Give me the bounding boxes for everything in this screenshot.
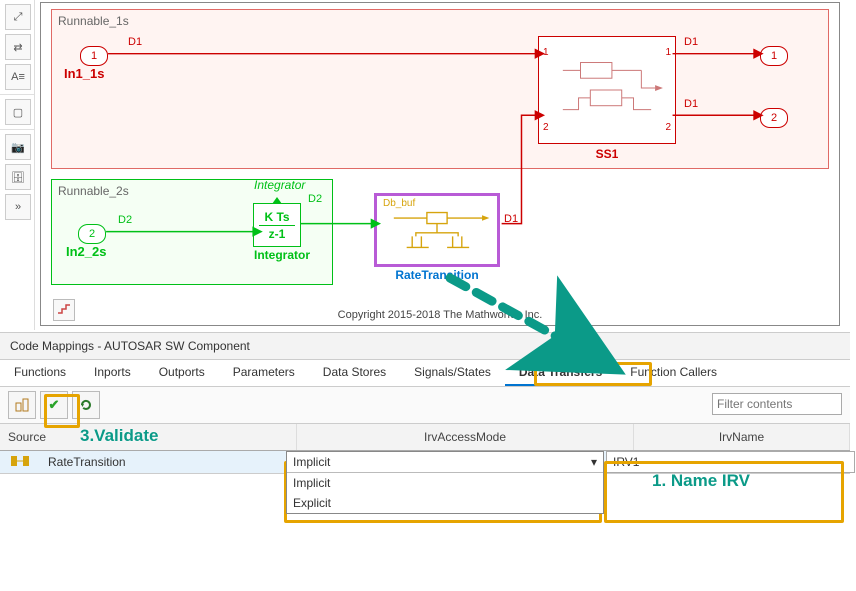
runnable-1s-title: Runnable_1s [58,14,129,28]
fit-to-screen-icon[interactable]: ⤢ [5,4,31,30]
swap-icon[interactable]: ⇄ [5,34,31,60]
rate-transition-name: RateTransition [377,268,497,282]
integrator-upper-title: Integrator [254,178,300,192]
code-mappings-title: Code Mappings - AUTOSAR SW Component [0,332,850,360]
runnable-2s-title: Runnable_2s [58,184,129,198]
ss1-name: SS1 [539,147,675,161]
sig-d1-c: D1 [684,98,698,110]
tab-functions[interactable]: Functions [0,360,80,386]
tab-data-transfers[interactable]: Data Transfers [505,360,616,386]
rate-transition-dbuf: Db_buf [383,198,415,209]
copyright-text: Copyright 2015-2018 The Mathworks, Inc. [41,309,839,321]
refresh-button[interactable] [72,391,100,419]
chevron-down-icon: ▾ [591,455,597,469]
model-toolbar: ⤢ ⇄ A≡ ▢ 📷 🗄 » [0,0,35,330]
out1-port[interactable]: 1 [760,46,788,66]
filter-input[interactable] [712,393,842,415]
toolbar-separator [0,94,34,95]
code-mappings-toolbar: ✔ [0,387,850,424]
ss1-block[interactable]: 1 2 1 2 SS1 [538,36,676,144]
in2-port[interactable]: 2 [78,224,106,244]
rate-transition-block[interactable]: Db_buf RateTransition [374,193,500,267]
sig-d2-b: D2 [308,193,322,205]
col-irvname[interactable]: IrvName [634,424,850,450]
integrator-bot: z-1 [269,227,286,241]
sig-d1-a: D1 [128,36,142,48]
col-irvaccessmode[interactable]: IrvAccessMode [297,424,634,450]
grid-body: RateTransition Implicit ▾ Implicit Expli… [0,451,850,531]
irvname-input[interactable]: IRV1 [606,451,855,473]
sig-d1-rt: D1 [504,213,518,225]
sig-d2-a: D2 [118,214,132,226]
tab-function-callers[interactable]: Function Callers [616,360,731,386]
integrator-top: K Ts [264,210,289,224]
area-icon[interactable]: ▢ [5,99,31,125]
screenshot-icon[interactable]: 📷 [5,134,31,160]
irvaccessmode-dropdown[interactable]: Implicit ▾ Implicit Explicit [286,451,604,514]
code-mappings-panel: Code Mappings - AUTOSAR SW Component Fun… [0,332,850,531]
out2-port[interactable]: 2 [760,108,788,128]
ss1-mini-diagram [539,37,675,143]
toolbar-separator [0,129,34,130]
integrator-name: Integrator [254,248,300,262]
row-icon [0,452,40,473]
tab-data-stores[interactable]: Data Stores [309,360,400,386]
tab-inports[interactable]: Inports [80,360,145,386]
tab-signals-states[interactable]: Signals/States [400,360,505,386]
irvaccessmode-option-implicit[interactable]: Implicit [287,473,603,493]
in1-label: In1_1s [64,66,104,81]
in2-label: In2_2s [66,244,106,259]
row-source: RateTransition [40,453,308,471]
grid-header: Source IrvAccessMode IrvName [0,424,850,451]
edit-button[interactable] [8,391,36,419]
irvaccessmode-option-explicit[interactable]: Explicit [287,493,603,513]
code-mappings-tabs: Functions Inports Outports Parameters Da… [0,360,850,387]
more-icon[interactable]: » [5,194,31,220]
sig-d1-b: D1 [684,36,698,48]
validate-button[interactable]: ✔ [40,391,68,419]
model-canvas[interactable]: Runnable_1s 1 In1_1s D1 1 2 1 2 SS1 [40,2,840,326]
tab-parameters[interactable]: Parameters [219,360,309,386]
tab-outports[interactable]: Outports [145,360,219,386]
irvaccessmode-selected-text: Implicit [293,455,330,469]
in1-port[interactable]: 1 [80,46,108,66]
integrator-trigger-icon [272,197,282,204]
window-root: ⤢ ⇄ A≡ ▢ 📷 🗄 » Runnable_1s 1 In1_1s D1 1… [0,0,856,591]
col-source[interactable]: Source [0,424,297,450]
runnable-1s-area[interactable]: Runnable_1s 1 In1_1s D1 1 2 1 2 SS1 [51,9,829,169]
data-inspector-icon[interactable]: 🗄 [5,164,31,190]
annotation-icon[interactable]: A≡ [5,64,31,90]
integrator-block[interactable]: Integrator K Ts z-1 Integrator [253,203,301,247]
integrator-text: K Ts z-1 [254,204,300,246]
irvaccessmode-selected[interactable]: Implicit ▾ [287,452,603,473]
